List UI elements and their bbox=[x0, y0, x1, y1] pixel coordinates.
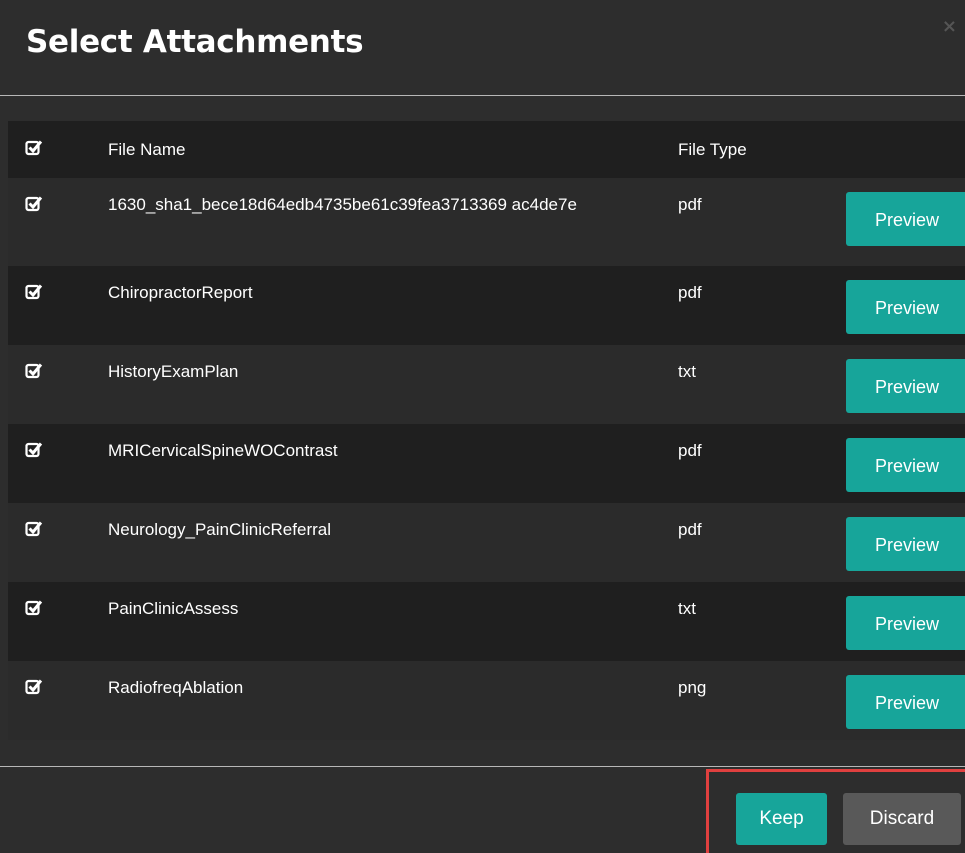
preview-button[interactable]: Preview bbox=[846, 675, 965, 729]
checkbox-checked-icon[interactable] bbox=[25, 283, 43, 301]
file-type: pdf bbox=[678, 195, 702, 214]
dialog-header: Select Attachments × bbox=[0, 0, 965, 95]
select-attachments-dialog: Select Attachments × File Name File Type bbox=[0, 0, 965, 853]
file-type: pdf bbox=[678, 441, 702, 460]
table-row: ChiropractorReport pdf Preview bbox=[8, 266, 965, 345]
preview-button[interactable]: Preview bbox=[846, 280, 965, 334]
preview-button[interactable]: Preview bbox=[846, 517, 965, 571]
select-all-checkbox-icon[interactable] bbox=[25, 139, 43, 157]
checkbox-checked-icon[interactable] bbox=[25, 195, 43, 213]
discard-button[interactable]: Discard bbox=[843, 793, 961, 845]
preview-button[interactable]: Preview bbox=[846, 438, 965, 492]
preview-button[interactable]: Preview bbox=[846, 192, 965, 246]
file-name: ChiropractorReport bbox=[108, 283, 253, 302]
checkbox-checked-icon[interactable] bbox=[25, 362, 43, 380]
table-row: 1630_sha1_bece18d64edb4735be61c39fea3713… bbox=[8, 178, 965, 266]
checkbox-checked-icon[interactable] bbox=[25, 441, 43, 459]
keep-button[interactable]: Keep bbox=[736, 793, 827, 845]
dialog-title: Select Attachments bbox=[26, 24, 364, 60]
checkbox-checked-icon[interactable] bbox=[25, 678, 43, 696]
file-type: pdf bbox=[678, 520, 702, 539]
file-name: 1630_sha1_bece18d64edb4735be61c39fea3713… bbox=[108, 195, 577, 214]
preview-button[interactable]: Preview bbox=[846, 359, 965, 413]
file-type: txt bbox=[678, 362, 696, 381]
file-type: txt bbox=[678, 599, 696, 618]
table-header-row: File Name File Type bbox=[8, 121, 965, 178]
column-header-file-type: File Type bbox=[678, 140, 747, 159]
column-header-file-name: File Name bbox=[108, 140, 186, 159]
file-type: png bbox=[678, 678, 707, 697]
dialog-body: File Name File Type 1630_sha1_bece18d64e… bbox=[0, 96, 965, 766]
file-name: PainClinicAssess bbox=[108, 599, 239, 618]
file-name: Neurology_PainClinicReferral bbox=[108, 520, 331, 539]
table-row: RadiofreqAblation png Preview bbox=[8, 661, 965, 740]
table-row: MRICervicalSpineWOContrast pdf Preview bbox=[8, 424, 965, 503]
table-row: HistoryExamPlan txt Preview bbox=[8, 345, 965, 424]
table-row: Neurology_PainClinicReferral pdf Preview bbox=[8, 503, 965, 582]
checkbox-checked-icon[interactable] bbox=[25, 599, 43, 617]
file-name: HistoryExamPlan bbox=[108, 362, 239, 381]
checkbox-checked-icon[interactable] bbox=[25, 520, 43, 538]
file-type: pdf bbox=[678, 283, 702, 302]
file-name: RadiofreqAblation bbox=[108, 678, 244, 697]
preview-button[interactable]: Preview bbox=[846, 596, 965, 650]
table-row: PainClinicAssess txt Preview bbox=[8, 582, 965, 661]
file-name: MRICervicalSpineWOContrast bbox=[108, 441, 338, 460]
dialog-footer: Keep Discard bbox=[0, 767, 965, 853]
close-icon[interactable]: × bbox=[942, 16, 957, 37]
